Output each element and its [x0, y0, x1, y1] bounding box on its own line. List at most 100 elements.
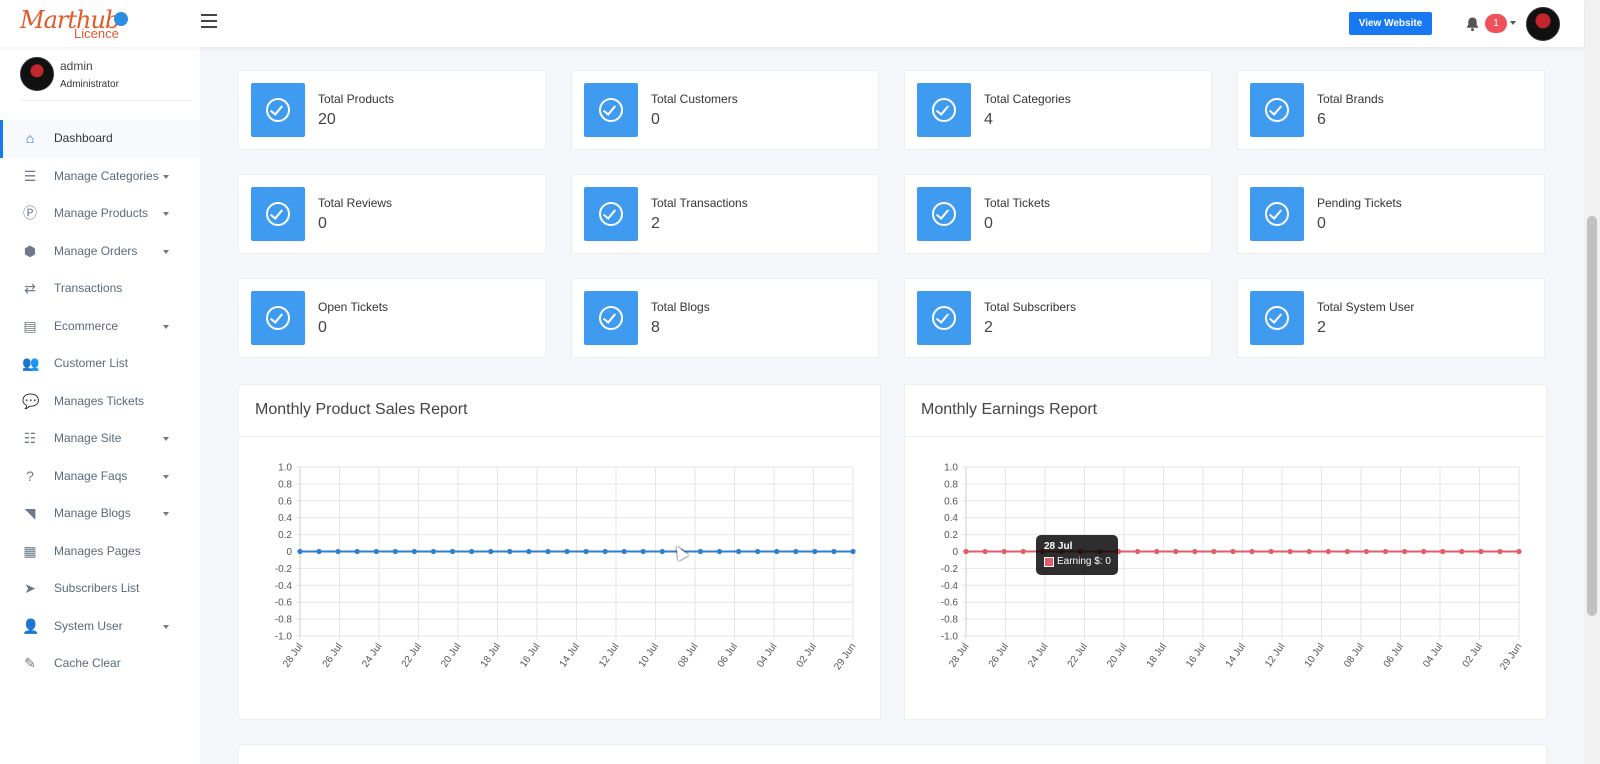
broom-icon: ✎ [24, 655, 36, 671]
data-point[interactable] [1382, 548, 1389, 555]
data-point[interactable] [469, 548, 475, 555]
x-tick-label: 20 Jul [439, 641, 463, 669]
data-point[interactable] [449, 548, 456, 555]
data-point[interactable] [297, 548, 303, 555]
y-tick-label: -0.2 [941, 564, 959, 575]
check-circle-icon [584, 187, 638, 241]
sidebar-item-manage-site[interactable]: ☷ Manage Site [0, 420, 200, 458]
data-point[interactable] [602, 548, 608, 555]
data-point[interactable] [755, 548, 761, 555]
sidebar-item-label: Manage Categories [54, 168, 159, 183]
data-point[interactable] [716, 548, 723, 555]
stat-card-total-categories: Total Categories 4 [904, 70, 1212, 150]
data-point[interactable] [1249, 548, 1255, 555]
avatar[interactable] [1526, 7, 1560, 41]
bell-icon[interactable] [1465, 16, 1480, 32]
data-point[interactable] [963, 548, 969, 555]
sales-line-chart[interactable]: 1.0 0.8 0.6 0.4 0.2 0 -0.2 -0.4 -0.6 -0.8 -1.028 J… [239, 437, 882, 721]
data-point[interactable] [1230, 548, 1236, 555]
sidebar-item-manage-orders[interactable]: ⬢ Manage Orders [0, 233, 200, 271]
sidebar-item-ecommerce[interactable]: ▤ Ecommerce [0, 308, 200, 346]
sidebar-item-subscribers-list[interactable]: ➤ Subscribers List [0, 570, 200, 608]
sidebar-item-dashboard[interactable]: ⌂ Dashboard [0, 120, 200, 158]
data-point[interactable] [545, 548, 551, 555]
data-point[interactable] [1459, 548, 1465, 555]
data-point[interactable] [316, 548, 322, 555]
data-point[interactable] [697, 548, 704, 555]
data-point[interactable] [1135, 548, 1141, 555]
notification-badge[interactable]: 1 [1485, 14, 1507, 33]
scroll-thumb[interactable] [1587, 216, 1597, 616]
check-circle-icon [917, 291, 971, 345]
data-point[interactable] [735, 548, 742, 555]
sidebar-item-customer-list[interactable]: 👥 Customer List [0, 345, 200, 383]
box-icon: ⬢ [23, 242, 37, 259]
data-point[interactable] [812, 548, 818, 555]
data-point[interactable] [1154, 548, 1160, 555]
data-point[interactable] [1001, 548, 1007, 555]
data-point[interactable] [1421, 548, 1427, 555]
menu-toggle-icon[interactable] [201, 14, 217, 28]
data-point[interactable] [1344, 548, 1350, 555]
data-point[interactable] [373, 548, 379, 555]
x-tick-label: 18 Jul [1145, 641, 1169, 669]
data-point[interactable] [1363, 548, 1370, 555]
data-point[interactable] [1325, 548, 1331, 555]
logo[interactable]: Marthub Licence [20, 8, 128, 40]
data-point[interactable] [583, 548, 589, 555]
sidebar-item-manages-tickets[interactable]: 💬 Manages Tickets [0, 383, 200, 421]
data-point[interactable] [335, 548, 341, 555]
data-point[interactable] [392, 548, 398, 555]
data-point[interactable] [354, 548, 360, 555]
sidebar-item-label: Manages Tickets [54, 393, 145, 408]
stat-card-total-customers: Total Customers 0 [571, 70, 879, 150]
send-icon: ➤ [24, 580, 36, 596]
sidebar-item-system-user[interactable]: 👤 System User [0, 608, 200, 646]
user-avatar [20, 57, 54, 91]
data-point[interactable] [526, 548, 532, 555]
data-point[interactable] [621, 548, 627, 555]
sidebar-item-cache-clear[interactable]: ✎ Cache Clear [0, 645, 200, 683]
data-point[interactable] [1192, 548, 1198, 555]
panel-title: Monthly Earnings Report [921, 401, 1098, 418]
data-point[interactable] [1020, 548, 1026, 555]
data-point[interactable] [659, 548, 665, 555]
data-point[interactable] [1497, 548, 1503, 555]
x-tick-label: 29 Jun [832, 641, 858, 672]
page-scrollbar[interactable] [1584, 0, 1600, 764]
data-point[interactable] [430, 548, 437, 555]
chevron-down-icon [163, 624, 169, 629]
earnings-line-chart[interactable]: 1.00.80.60.40.20-0.2-0.4-0.6-0.8-1.028 J… [905, 437, 1548, 721]
sidebar-item-manage-products[interactable]: Ⓟ Manage Products [0, 195, 200, 233]
users-icon: 👥 [22, 355, 40, 371]
sidebar-item-manage-categories[interactable]: ☰ Manage Categories [0, 158, 200, 196]
sidebar-item-manage-faqs[interactable]: ? Manage Faqs [0, 458, 200, 496]
data-point[interactable] [793, 548, 799, 555]
data-point[interactable] [1401, 548, 1408, 555]
data-point[interactable] [1173, 548, 1179, 555]
data-point[interactable] [640, 548, 646, 555]
data-point[interactable] [1211, 548, 1217, 555]
data-point[interactable] [831, 548, 837, 555]
view-website-button[interactable]: View Website [1349, 12, 1432, 35]
data-point[interactable] [1516, 548, 1522, 555]
data-point[interactable] [850, 548, 856, 555]
sidebar-item-manage-blogs[interactable]: ◥ Manage Blogs [0, 495, 200, 533]
data-point[interactable] [488, 548, 494, 555]
x-tick-label: 08 Jul [1342, 641, 1366, 669]
data-point[interactable] [1268, 548, 1274, 555]
data-point[interactable] [1287, 548, 1293, 555]
x-tick-label: 16 Jul [1184, 641, 1208, 669]
data-point[interactable] [564, 548, 570, 555]
data-point[interactable] [507, 548, 513, 555]
data-point[interactable] [774, 548, 780, 555]
data-point[interactable] [1440, 548, 1446, 555]
chevron-down-icon[interactable] [1510, 21, 1516, 25]
sidebar-item-manages-pages[interactable]: ▦ Manages Pages [0, 533, 200, 571]
data-point[interactable] [982, 548, 988, 555]
stat-value: 8 [651, 319, 660, 336]
data-point[interactable] [411, 548, 418, 555]
sidebar-item-transactions[interactable]: ⇄ Transactions [0, 270, 200, 308]
data-point[interactable] [1306, 548, 1312, 555]
data-point[interactable] [1478, 548, 1484, 555]
